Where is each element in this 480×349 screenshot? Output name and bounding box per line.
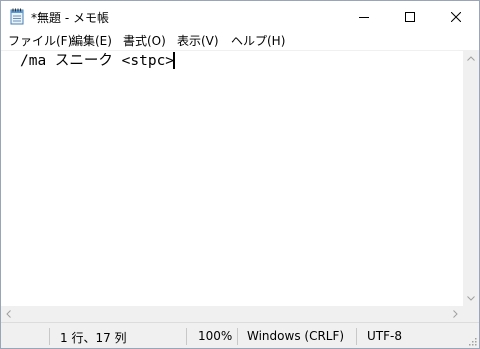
menu-edit[interactable]: 編集(E) bbox=[71, 34, 112, 49]
minimize-icon bbox=[359, 16, 369, 18]
resize-grip-icon[interactable] bbox=[467, 336, 477, 346]
menu-format[interactable]: 書式(O) bbox=[123, 34, 166, 49]
status-separator bbox=[237, 328, 238, 345]
status-line-ending: Windows (CRLF) bbox=[247, 329, 345, 343]
horizontal-scrollbar[interactable] bbox=[1, 306, 463, 322]
scroll-right-icon[interactable] bbox=[453, 310, 458, 318]
status-cursor-position: 1 行、17 列 bbox=[60, 331, 127, 345]
vertical-scrollbar[interactable] bbox=[463, 51, 479, 306]
text-editor[interactable]: /ma スニーク <stpc> bbox=[1, 51, 463, 306]
maximize-icon bbox=[405, 11, 415, 22]
notepad-window: *無題 - メモ帳 ファイル(F) 編集(E) 書式(O) 表示(V) ヘルプ(… bbox=[0, 0, 480, 349]
status-encoding: UTF-8 bbox=[367, 329, 402, 343]
status-separator bbox=[356, 328, 357, 345]
scroll-down-icon[interactable] bbox=[467, 296, 475, 301]
scrollbar-corner bbox=[463, 306, 479, 322]
minimize-button[interactable] bbox=[341, 1, 387, 32]
editor-content: /ma スニーク <stpc> bbox=[20, 53, 175, 69]
maximize-button[interactable] bbox=[387, 1, 433, 32]
title-bar[interactable]: *無題 - メモ帳 bbox=[1, 1, 479, 32]
window-title: *無題 - メモ帳 bbox=[31, 11, 109, 25]
close-icon bbox=[451, 11, 461, 22]
text-caret bbox=[173, 52, 175, 69]
status-separator bbox=[49, 328, 50, 345]
menu-help[interactable]: ヘルプ(H) bbox=[231, 34, 285, 49]
menu-bar: ファイル(F) 編集(E) 書式(O) 表示(V) ヘルプ(H) bbox=[1, 32, 479, 51]
menu-view[interactable]: 表示(V) bbox=[177, 34, 219, 49]
scroll-up-icon[interactable] bbox=[467, 56, 475, 61]
close-button[interactable] bbox=[433, 1, 479, 32]
menu-file[interactable]: ファイル(F) bbox=[8, 34, 72, 49]
status-zoom: 100% bbox=[198, 329, 233, 343]
status-separator bbox=[186, 328, 187, 345]
scroll-left-icon[interactable] bbox=[6, 310, 11, 318]
status-bar: 1 行、17 列 100% Windows (CRLF) UTF-8 bbox=[1, 322, 479, 348]
notepad-icon[interactable] bbox=[9, 8, 25, 25]
